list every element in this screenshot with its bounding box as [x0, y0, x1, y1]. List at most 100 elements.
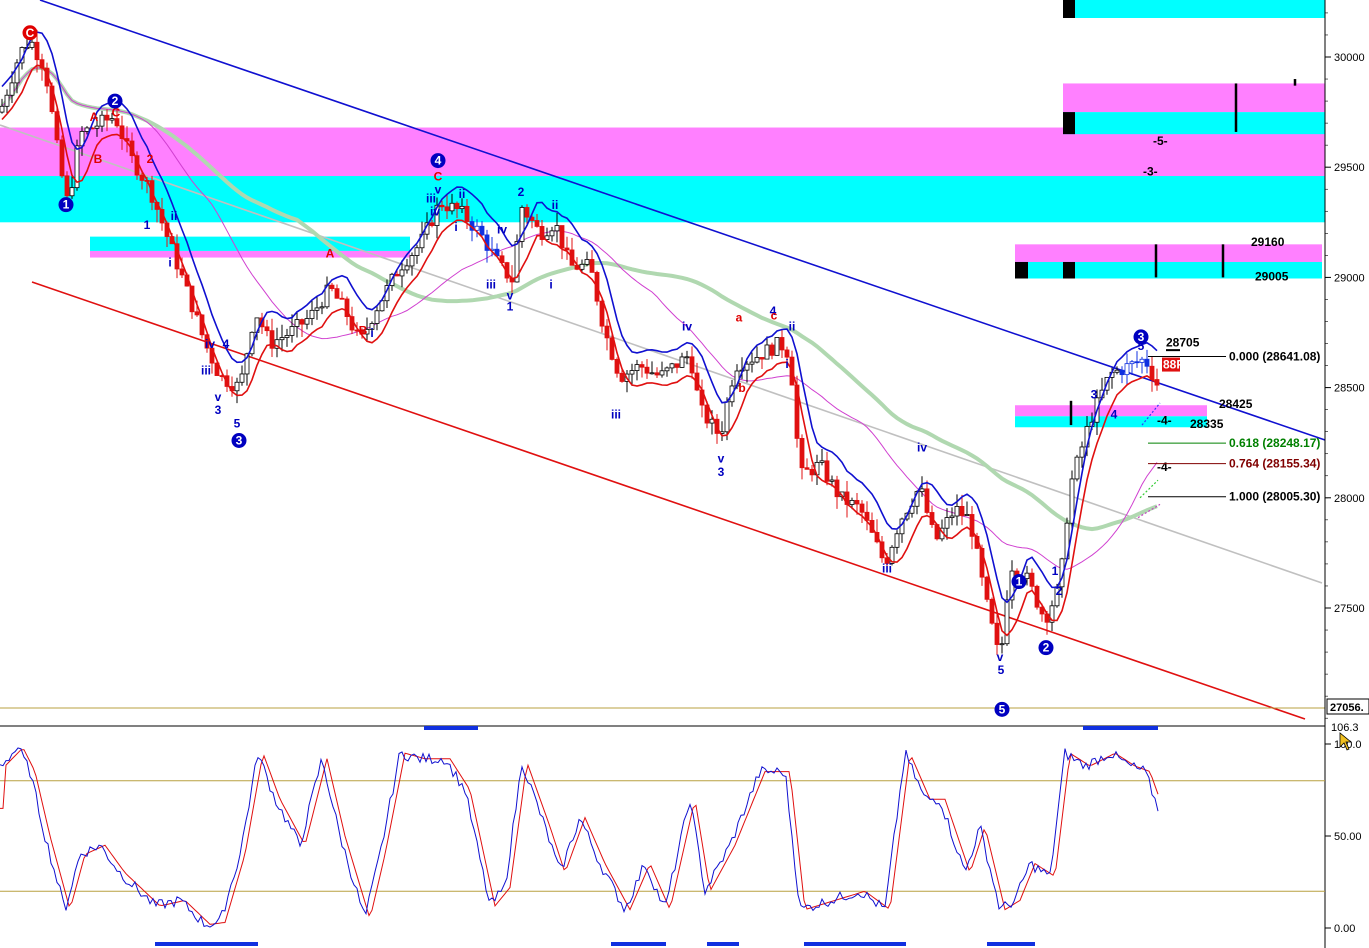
wave-label-blue: iv: [917, 441, 927, 455]
candle-body: [234, 381, 240, 392]
candle-body: [394, 273, 400, 277]
candle-body: [984, 576, 990, 600]
candle-body: [764, 344, 770, 360]
candle-body: [679, 356, 685, 368]
wave-circle-text: 3: [1138, 330, 1145, 344]
upper-band: [1, 31, 1158, 604]
candle-body: [774, 337, 780, 356]
zone-cyan-small: [90, 236, 410, 251]
fib-label: 0.000 (28641.08): [1229, 350, 1320, 364]
wave-label-blue: 3: [718, 465, 725, 479]
candle-body: [534, 220, 540, 227]
candle-body: [854, 499, 860, 505]
wave-label-blue: i: [370, 326, 373, 340]
candle-body: [604, 325, 610, 339]
candle-body: [1134, 361, 1140, 364]
candle-body: [414, 247, 420, 256]
candle-body: [404, 265, 410, 271]
wave-label-blue: 1: [144, 218, 151, 232]
candle-body: [374, 310, 380, 324]
candle-body: [284, 335, 290, 338]
wave-label-blue: i: [168, 255, 171, 269]
wave-label-blue: 3: [1091, 388, 1098, 402]
candle-body: [634, 364, 640, 371]
zone-magenta-small: [90, 250, 410, 258]
wave-label-red: B: [94, 152, 103, 166]
candle-body: [999, 643, 1005, 646]
zone-price-label: -5-: [1153, 134, 1168, 148]
zone-block-top: [1063, 0, 1075, 18]
wave-label-blue: iv: [682, 319, 692, 333]
candle-body: [179, 268, 185, 276]
candle-body: [264, 326, 270, 332]
candle-body: [0, 105, 5, 113]
wave-label-blue: 4: [1111, 407, 1118, 421]
axis-tick-label: 29000: [1334, 272, 1365, 284]
candle-body: [94, 125, 100, 129]
candle-body: [954, 506, 960, 517]
axis-tick-label: 27500: [1334, 603, 1365, 615]
axis-tick-label: 29500: [1334, 162, 1365, 174]
wave-label-blue: 5: [234, 416, 241, 430]
wave-label-blue: v: [997, 650, 1004, 664]
candle-body: [674, 363, 680, 368]
wave-label-red: c: [771, 308, 778, 322]
axis-background: [1325, 0, 1369, 948]
candle-body: [894, 533, 900, 548]
candle-body: [639, 364, 645, 368]
wave-circle: C: [22, 25, 38, 41]
wave-label-blue: ii: [789, 319, 796, 333]
candle-body: [339, 297, 345, 300]
wave-label-blue: iii: [426, 191, 436, 205]
zone-block-r2a: [1015, 261, 1028, 279]
wave-label-red: a: [736, 310, 743, 324]
zone-price-label: 29160: [1251, 235, 1285, 249]
candle-body: [429, 222, 435, 226]
candle-body: [799, 438, 805, 469]
wave-circle-text: 2: [1043, 641, 1050, 655]
wave-label-blue: 1: [1052, 564, 1059, 578]
candle-body: [919, 488, 925, 492]
candle-body: [1069, 478, 1075, 524]
candle-body: [409, 255, 415, 267]
axis-tick-label: 28500: [1334, 383, 1365, 395]
fib-label: 0.764 (28155.34): [1229, 457, 1320, 471]
wave-label-red: B: [359, 324, 368, 338]
candle-body: [9, 82, 15, 96]
candle-body: [579, 263, 585, 270]
zone-cyan-main: [0, 176, 1325, 223]
wave-label-blue: 1: [507, 299, 514, 313]
candle-body: [669, 363, 675, 369]
candle-body: [294, 319, 300, 327]
wave-label-red: C: [434, 169, 443, 183]
candle-body: [444, 206, 450, 212]
axis-tick-label: 28000: [1334, 493, 1365, 505]
candle-body: [29, 41, 35, 48]
candle-body: [619, 372, 625, 382]
osc-tick-label: 0.00: [1334, 923, 1355, 935]
wave-label-blue: iii: [201, 363, 211, 377]
candle-body: [399, 269, 405, 277]
candle-body: [809, 468, 815, 476]
wave-label-blue: i: [785, 357, 788, 371]
wave-label-blue: iv: [205, 337, 215, 351]
wave-label-red: b: [738, 381, 745, 395]
osc-signal-line: [0, 749, 1159, 925]
osc-main-line: [0, 747, 1159, 928]
candle-body: [34, 41, 40, 61]
candle-body: [1139, 358, 1145, 363]
osc-top-label: 106.3: [1331, 722, 1359, 734]
wave-circle: 3: [1133, 329, 1149, 345]
wave-circle-text: 2: [112, 94, 119, 108]
wave-label-blue: 2: [1056, 584, 1063, 598]
candle-body: [659, 370, 665, 376]
zone-price-label: -4-: [1157, 460, 1172, 474]
zone-cyan-top: [1063, 0, 1325, 18]
wave-circle-text: 3: [236, 433, 243, 447]
candle-body: [304, 318, 310, 325]
candle-body: [454, 202, 460, 210]
candle-body: [649, 372, 655, 375]
candle-body: [559, 225, 565, 249]
candle-body: [299, 319, 305, 325]
candle-body: [279, 337, 285, 341]
